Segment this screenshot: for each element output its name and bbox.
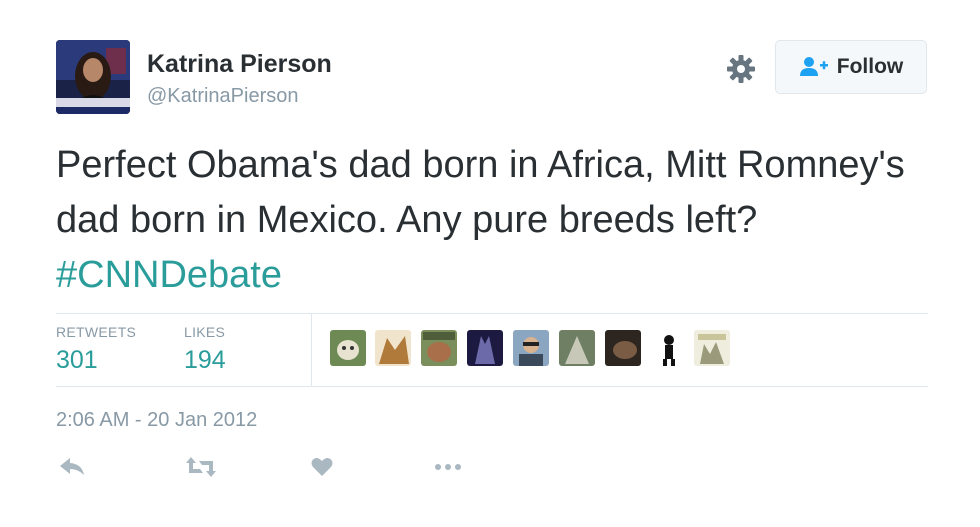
liker-avatar[interactable]	[513, 330, 549, 366]
follow-label: Follow	[836, 55, 904, 78]
divider	[56, 386, 928, 387]
likes-label: LIKES	[184, 324, 226, 340]
add-user-icon	[799, 57, 828, 76]
retweets-count[interactable]: 301	[56, 346, 98, 375]
retweet-icon[interactable]	[185, 455, 217, 484]
divider	[56, 313, 928, 314]
liker-avatar[interactable]	[559, 330, 595, 366]
likes-count[interactable]: 194	[184, 346, 226, 375]
reply-icon[interactable]	[58, 455, 86, 484]
liker-avatar[interactable]	[330, 330, 366, 366]
gear-icon[interactable]	[725, 53, 757, 85]
liker-avatar[interactable]	[651, 330, 687, 366]
liker-avatar[interactable]	[375, 330, 411, 366]
liker-avatar[interactable]	[421, 330, 457, 366]
retweets-label: RETWEETS	[56, 324, 137, 340]
liker-avatar[interactable]	[694, 330, 730, 366]
tweet-text: Perfect Obama's dad born in Africa, Mitt…	[56, 138, 936, 303]
like-icon[interactable]	[310, 455, 334, 484]
tweet-timestamp[interactable]: 2:06 AM - 20 Jan 2012	[56, 409, 257, 432]
author-handle[interactable]: @KatrinaPierson	[147, 85, 298, 108]
more-icon[interactable]	[432, 455, 464, 484]
liker-avatar[interactable]	[467, 330, 503, 366]
profile-photo	[56, 40, 130, 114]
follow-button[interactable]: Follow	[775, 40, 927, 94]
stats-divider	[311, 314, 312, 386]
tweet-body: Perfect Obama's dad born in Africa, Mitt…	[56, 144, 905, 241]
author-avatar[interactable]	[56, 40, 130, 114]
liker-avatar[interactable]	[605, 330, 641, 366]
author-name[interactable]: Katrina Pierson	[147, 50, 332, 79]
hashtag-link[interactable]: #CNNDebate	[56, 254, 282, 296]
